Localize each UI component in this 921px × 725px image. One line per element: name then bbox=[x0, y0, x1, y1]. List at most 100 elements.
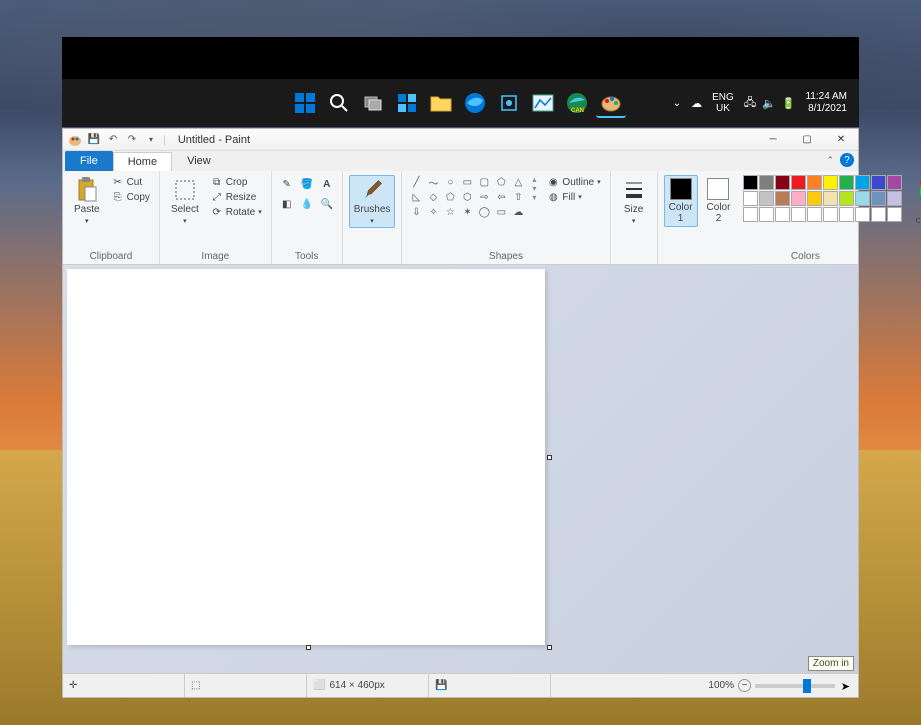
palette-color[interactable] bbox=[839, 207, 854, 222]
palette-color[interactable] bbox=[887, 191, 902, 206]
palette-color[interactable] bbox=[807, 207, 822, 222]
shape-diamond[interactable]: ◇ bbox=[425, 190, 441, 204]
qat-dropdown-icon[interactable]: ▾ bbox=[143, 132, 159, 148]
widgets-icon[interactable] bbox=[392, 88, 422, 118]
magnifier-tool[interactable]: 🔍 bbox=[318, 195, 336, 213]
palette-color[interactable] bbox=[855, 175, 870, 190]
resize-handle-corner[interactable] bbox=[547, 645, 552, 650]
shape-4star[interactable]: ✧ bbox=[425, 205, 441, 219]
volume-icon[interactable]: 🔈 bbox=[762, 97, 776, 110]
palette-color[interactable] bbox=[759, 175, 774, 190]
paint-app-icon[interactable] bbox=[67, 132, 83, 148]
resize-handle-right[interactable] bbox=[547, 455, 552, 460]
language-indicator[interactable]: ENG UK bbox=[712, 92, 734, 114]
palette-color[interactable] bbox=[887, 175, 902, 190]
collapse-ribbon-icon[interactable]: ⌃ bbox=[826, 155, 834, 166]
palette-color[interactable] bbox=[807, 191, 822, 206]
clock[interactable]: 11:24 AM 8/1/2021 bbox=[805, 91, 847, 115]
palette-color[interactable] bbox=[775, 175, 790, 190]
palette-color[interactable] bbox=[823, 207, 838, 222]
minimize-button[interactable]: ─ bbox=[756, 129, 790, 151]
shape-larrow[interactable]: ⇦ bbox=[493, 190, 509, 204]
palette-color[interactable] bbox=[791, 175, 806, 190]
maximize-button[interactable]: ▢ bbox=[790, 129, 824, 151]
shape-oval[interactable]: ○ bbox=[442, 175, 458, 189]
shape-triangle[interactable]: △ bbox=[510, 175, 526, 189]
palette-color[interactable] bbox=[871, 207, 886, 222]
resize-handle-bottom[interactable] bbox=[306, 645, 311, 650]
save-icon[interactable]: 💾 bbox=[86, 132, 102, 148]
shape-darrow[interactable]: ⇩ bbox=[408, 205, 424, 219]
palette-color[interactable] bbox=[743, 175, 758, 190]
palette-color[interactable] bbox=[871, 191, 886, 206]
search-icon[interactable] bbox=[324, 88, 354, 118]
palette-color[interactable] bbox=[839, 191, 854, 206]
palette-color[interactable] bbox=[823, 191, 838, 206]
palette-color[interactable] bbox=[887, 207, 902, 222]
palette-color[interactable] bbox=[775, 191, 790, 206]
shape-callout-rect[interactable]: ▭ bbox=[493, 205, 509, 219]
copy-button[interactable]: ⎘ Copy bbox=[109, 190, 153, 204]
start-button[interactable] bbox=[290, 88, 320, 118]
color2-button[interactable]: Color 2 bbox=[702, 175, 736, 227]
network-icon[interactable]: 🖧 bbox=[744, 94, 756, 113]
shape-hexagon[interactable]: ⬡ bbox=[459, 190, 475, 204]
paint-taskbar-icon[interactable] bbox=[596, 88, 626, 118]
crop-button[interactable]: ⧉ Crop bbox=[208, 175, 265, 189]
palette-color[interactable] bbox=[759, 191, 774, 206]
shape-callout-cloud[interactable]: ☁ bbox=[510, 205, 526, 219]
palette-color[interactable] bbox=[855, 191, 870, 206]
edge-icon[interactable] bbox=[460, 88, 490, 118]
color1-button[interactable]: Color 1 bbox=[664, 175, 698, 227]
fill-button[interactable]: ◍ Fill ▾ bbox=[544, 190, 603, 204]
shapes-expand-icon[interactable]: ▾ bbox=[532, 193, 536, 202]
pencil-tool[interactable]: ✎ bbox=[278, 175, 296, 193]
help-icon[interactable]: ? bbox=[840, 153, 854, 167]
file-explorer-icon[interactable] bbox=[426, 88, 456, 118]
shape-rtriangle[interactable]: ◺ bbox=[408, 190, 424, 204]
tab-file[interactable]: File bbox=[65, 151, 113, 171]
edit-colors-button[interactable]: Edit colors bbox=[910, 175, 921, 229]
task-view-icon[interactable] bbox=[358, 88, 388, 118]
palette-color[interactable] bbox=[871, 175, 886, 190]
edge-canary-icon[interactable]: CAN bbox=[562, 88, 592, 118]
close-button[interactable]: ✕ bbox=[824, 129, 858, 151]
shape-uarrow[interactable]: ⇧ bbox=[510, 190, 526, 204]
rotate-button[interactable]: ⟳ Rotate ▾ bbox=[208, 205, 265, 219]
shape-line[interactable]: ╱ bbox=[408, 175, 424, 189]
brushes-button[interactable]: Brushes ▾ bbox=[349, 175, 396, 228]
shapes-scroll-up[interactable]: ▴ bbox=[532, 175, 536, 184]
shape-pentagon[interactable]: ⬠ bbox=[442, 190, 458, 204]
palette-color[interactable] bbox=[855, 207, 870, 222]
canvas[interactable] bbox=[67, 269, 545, 645]
cut-button[interactable]: ✂ Cut bbox=[109, 175, 153, 189]
palette-color[interactable] bbox=[807, 175, 822, 190]
zoom-slider[interactable] bbox=[755, 684, 835, 688]
text-tool[interactable]: A bbox=[318, 175, 336, 193]
tab-view[interactable]: View bbox=[172, 151, 226, 171]
palette-color[interactable] bbox=[743, 207, 758, 222]
tab-home[interactable]: Home bbox=[113, 152, 172, 171]
shape-5star[interactable]: ☆ bbox=[442, 205, 458, 219]
palette-color[interactable] bbox=[775, 207, 790, 222]
palette-color[interactable] bbox=[759, 207, 774, 222]
battery-icon[interactable]: 🔋 bbox=[782, 97, 796, 110]
shape-curve[interactable]: 〜 bbox=[425, 175, 441, 189]
size-button[interactable]: Size ▾ bbox=[617, 175, 651, 228]
app-icon-1[interactable] bbox=[494, 88, 524, 118]
undo-icon[interactable]: ↶ bbox=[105, 132, 121, 148]
shape-roundrect[interactable]: ▢ bbox=[476, 175, 492, 189]
paste-button[interactable]: Paste ▾ bbox=[69, 175, 105, 228]
shapes-scroll-down[interactable]: ▾ bbox=[532, 184, 536, 193]
outline-button[interactable]: ◉ Outline ▾ bbox=[544, 175, 603, 189]
zoom-out-button[interactable]: − bbox=[738, 679, 751, 692]
redo-icon[interactable]: ↷ bbox=[124, 132, 140, 148]
cloud-icon[interactable]: ☁ bbox=[691, 97, 702, 110]
eraser-tool[interactable]: ◧ bbox=[278, 195, 296, 213]
shape-callout-round[interactable]: ◯ bbox=[476, 205, 492, 219]
shapes-gallery[interactable]: ╱ 〜 ○ ▭ ▢ ⬠ △ ◺ ◇ ⬠ ⬡ ⇨ ⇦ ⇧ ⇩ ✧ ☆ bbox=[408, 175, 526, 219]
palette-color[interactable] bbox=[791, 207, 806, 222]
select-button[interactable]: Select ▾ bbox=[166, 175, 204, 228]
shape-rect[interactable]: ▭ bbox=[459, 175, 475, 189]
palette-color[interactable] bbox=[791, 191, 806, 206]
